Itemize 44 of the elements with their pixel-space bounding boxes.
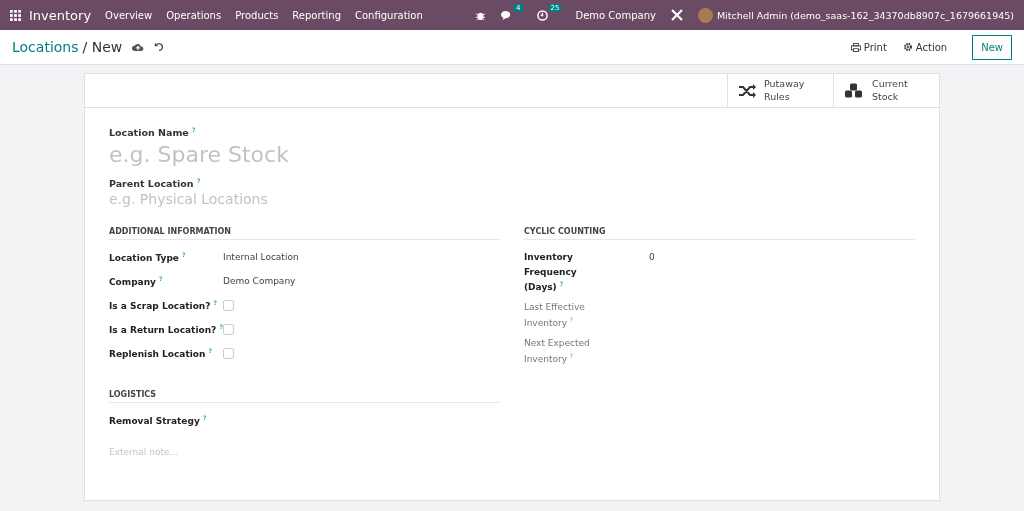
- section-title: ADDITIONAL INFORMATION: [109, 227, 500, 241]
- field-label: Inventory Frequency (Days) $^{?}$: [524, 251, 578, 295]
- print-icon: [850, 42, 861, 52]
- section-title: CYCLIC COUNTING: [524, 227, 915, 241]
- field-label: Last Effective Inventory $^{?}$: [524, 301, 586, 330]
- field-value[interactable]: Demo Company: [223, 274, 296, 289]
- menu-item[interactable]: Reporting: [292, 9, 341, 21]
- undo-icon[interactable]: [154, 42, 165, 52]
- parent-location-input[interactable]: e.g. Physical Locations: [109, 191, 409, 208]
- user-menu[interactable]: Mitchell Admin (demo_saas-162_34370db8907c_1679661945): [716, 9, 1014, 21]
- field-label: Is a Return Location? $^{?}$: [109, 322, 223, 338]
- field-label: Next Expected Inventory $^{?}$: [524, 337, 591, 366]
- field-label: Location Name $^{?}$: [109, 126, 197, 139]
- menu-item[interactable]: Overview: [105, 9, 153, 21]
- field-label: Is a Scrap Location? $^{?}$: [109, 298, 219, 314]
- new-button[interactable]: New: [972, 34, 1012, 60]
- app-name[interactable]: Inventory: [29, 7, 92, 23]
- menu-item[interactable]: Products: [235, 9, 279, 21]
- field-label: Removal Strategy $^{?}$: [109, 413, 208, 429]
- clock-icon[interactable]: [536, 9, 548, 21]
- field-label: Replenish Location $^{?}$: [109, 346, 213, 362]
- note-field[interactable]: External note...: [109, 447, 309, 458]
- field-value[interactable]: Internal Location: [223, 250, 299, 265]
- checkbox[interactable]: [223, 324, 234, 336]
- location-name-input[interactable]: e.g. Spare Stock: [109, 142, 409, 168]
- app-menu-icon[interactable]: [10, 9, 21, 21]
- field-value[interactable]: 0: [649, 250, 655, 265]
- print-button[interactable]: Print: [847, 41, 890, 53]
- cloud-upload-icon[interactable]: [132, 42, 145, 52]
- checkbox[interactable]: [223, 348, 234, 360]
- breadcrumb-current: / New: [82, 39, 123, 55]
- section-title: LOGISTICS: [109, 390, 500, 404]
- field-label: Parent Location $^{?}$: [109, 177, 202, 190]
- field-label: Company $^{?}$: [109, 274, 164, 290]
- breadcrumb-link[interactable]: Locations: [12, 39, 79, 55]
- company-switcher[interactable]: Demo Company: [575, 9, 656, 21]
- gear-icon: [902, 42, 913, 52]
- menu-item[interactable]: Configuration: [355, 9, 423, 21]
- cubes-icon: [844, 82, 864, 99]
- action-button[interactable]: Action: [899, 41, 951, 53]
- checkbox[interactable]: [223, 300, 234, 312]
- shuffle-icon: [738, 83, 756, 98]
- field-label: Location Type $^{?}$: [109, 250, 187, 266]
- menu-item[interactable]: Operations: [166, 9, 222, 21]
